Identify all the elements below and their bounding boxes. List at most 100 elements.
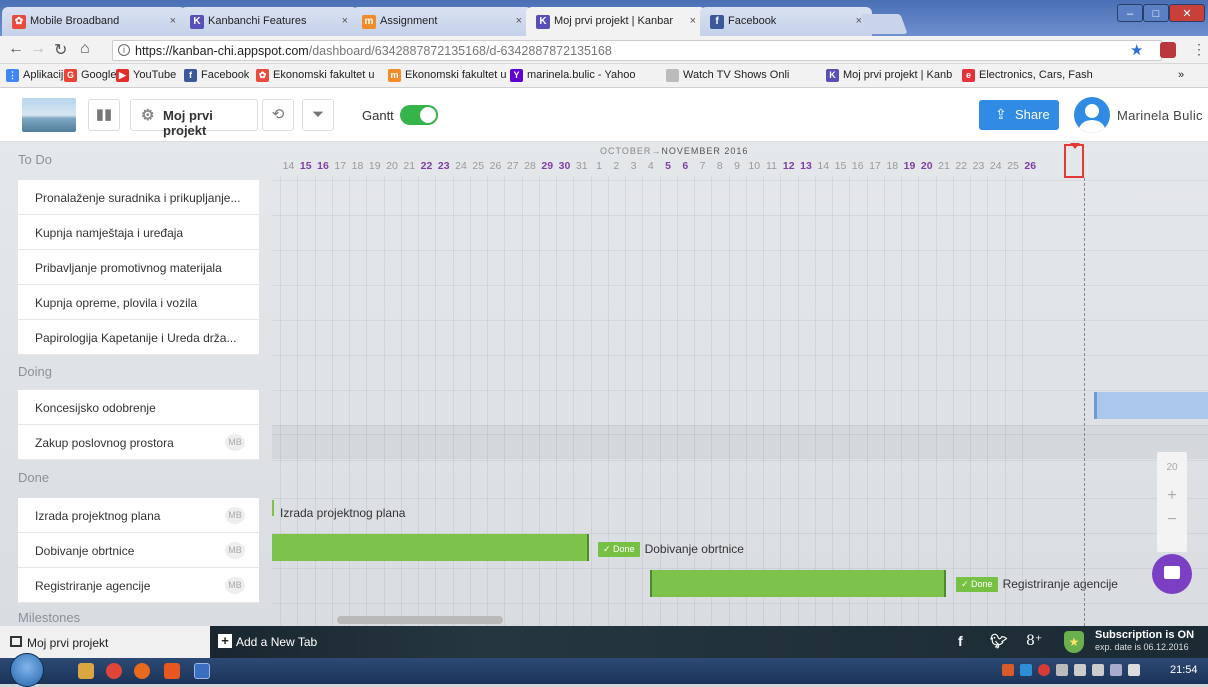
facebook-icon: f bbox=[710, 15, 724, 29]
share-button[interactable]: ⇪ Share bbox=[979, 100, 1059, 130]
gantt-bar-registriranje-agencije[interactable] bbox=[650, 570, 946, 597]
bookmark-kanbanchi[interactable]: K Moj prvi projekt | Kanb bbox=[826, 69, 952, 82]
tray-app-icon[interactable] bbox=[1002, 664, 1014, 676]
home-icon[interactable]: ⌂ bbox=[80, 40, 90, 58]
firefox-icon[interactable] bbox=[134, 663, 150, 679]
maximize-button[interactable]: □ bbox=[1143, 4, 1169, 22]
app-header: ▮▮ ⚙ Moj prvi projekt ⟲ ⏷ Gantt ⇪ Share M… bbox=[0, 88, 1208, 142]
forward-icon[interactable]: → bbox=[30, 40, 46, 58]
bookmark-yahoo[interactable]: Ymarinela.bulic - Yahoo bbox=[510, 69, 636, 82]
reload-icon[interactable]: ↻ bbox=[54, 40, 67, 60]
bookmark-apps[interactable]: ⋮ Aplikacije bbox=[6, 69, 69, 82]
url-input[interactable]: i https://kanban-chi.appspot.com/dashboa… bbox=[112, 40, 1162, 61]
bookmark-youtube[interactable]: ▶ YouTube bbox=[116, 69, 176, 82]
chat-button[interactable] bbox=[1152, 554, 1192, 594]
day-label: 22 bbox=[955, 160, 968, 172]
user-name[interactable]: Marinela Bulic bbox=[1117, 108, 1203, 123]
tab-mobile-broadband[interactable]: ✿ Mobile Broadband × bbox=[2, 7, 186, 36]
word-icon[interactable] bbox=[194, 663, 210, 679]
bookmark-efst-1[interactable]: ✿ Ekonomski fakultet u bbox=[256, 69, 375, 82]
minimize-button[interactable]: – bbox=[1117, 4, 1143, 22]
bookmark-star-icon[interactable]: ★ bbox=[1130, 41, 1143, 59]
board-thumbnail[interactable] bbox=[22, 98, 76, 132]
gantt-bar-koncesijsko-odobrenje[interactable] bbox=[1094, 392, 1208, 419]
media-icon[interactable] bbox=[164, 663, 180, 679]
tab-close-icon[interactable]: × bbox=[690, 15, 696, 27]
assignee-badge: MB bbox=[225, 542, 245, 559]
month-october: OCTOBER bbox=[600, 146, 652, 156]
facebook-icon[interactable]: f bbox=[958, 633, 963, 649]
chrome-icon[interactable] bbox=[106, 663, 122, 679]
tab-kanbanchi-features[interactable]: K Kanbanchi Features × bbox=[180, 7, 358, 36]
tab-moj-prvi-projekt[interactable]: K Moj prvi projekt | Kanbar × bbox=[526, 7, 706, 36]
project-button[interactable]: ⚙ Moj prvi projekt bbox=[130, 99, 258, 138]
add-tab-button[interactable]: + Add a New Tab bbox=[218, 634, 317, 649]
day-label: 24 bbox=[455, 160, 467, 172]
bookmark-watch-tv[interactable]: Watch TV Shows Onli bbox=[666, 69, 789, 82]
board-view-button[interactable]: ▮▮ bbox=[88, 99, 120, 131]
grid-line bbox=[987, 176, 989, 626]
card[interactable]: Dobivanje obrtnice MB bbox=[18, 533, 259, 568]
card[interactable]: Koncesijsko odobrenje bbox=[18, 390, 259, 425]
month-arrow: → bbox=[651, 146, 662, 156]
row-line bbox=[272, 215, 1208, 216]
start-button[interactable] bbox=[10, 653, 44, 687]
back-icon[interactable]: ← bbox=[8, 40, 24, 58]
tab-close-icon[interactable]: × bbox=[516, 15, 522, 27]
explorer-icon[interactable] bbox=[78, 663, 94, 679]
info-icon[interactable]: i bbox=[118, 44, 130, 56]
bluetooth-icon[interactable] bbox=[1110, 664, 1122, 676]
bookmark-google[interactable]: G Google bbox=[64, 69, 116, 82]
avatar[interactable] bbox=[1074, 97, 1110, 133]
row-line bbox=[272, 460, 1208, 461]
tray-app-icon[interactable] bbox=[1038, 664, 1050, 676]
card[interactable]: Papirologija Kapetanije i Ureda drža... bbox=[18, 320, 259, 355]
card[interactable]: Kupnja opreme, plovila i vozila bbox=[18, 285, 259, 320]
assignee-badge: MB bbox=[225, 577, 245, 594]
extension-icon[interactable] bbox=[1160, 42, 1176, 58]
tab-close-icon[interactable]: × bbox=[342, 15, 348, 27]
gantt-toggle[interactable] bbox=[400, 105, 438, 125]
day-label: 25 bbox=[1007, 160, 1019, 172]
tab-facebook[interactable]: f Facebook × bbox=[700, 7, 872, 36]
card[interactable]: Kupnja namještaja i uređaja bbox=[18, 215, 259, 250]
windows-taskbar: 21:54 bbox=[0, 653, 1208, 687]
close-window-button[interactable]: ✕ bbox=[1169, 4, 1205, 22]
google-plus-icon[interactable]: 8⁺ bbox=[1026, 633, 1042, 649]
bookmark-label: marinela.bulic - Yahoo bbox=[527, 69, 636, 81]
flag-icon[interactable] bbox=[1128, 664, 1140, 676]
signal-icon[interactable] bbox=[1092, 664, 1104, 676]
clock[interactable]: 21:54 bbox=[1170, 664, 1198, 676]
grid-line bbox=[676, 176, 678, 626]
tab-assignment[interactable]: m Assignment × bbox=[352, 7, 532, 36]
bookmark-ebay[interactable]: e Electronics, Cars, Fash bbox=[962, 69, 1093, 82]
day-label: 15 bbox=[834, 160, 847, 172]
bookmark-facebook[interactable]: f Facebook bbox=[184, 69, 249, 82]
filter-button[interactable]: ⏷ bbox=[302, 99, 334, 131]
new-tab-button[interactable] bbox=[860, 14, 908, 34]
bookmark-efst-2[interactable]: m Ekonomski fakultet u bbox=[388, 69, 507, 82]
twitter-icon[interactable]: 🐦︎ bbox=[990, 633, 1008, 650]
day-label: 7 bbox=[699, 160, 706, 172]
gantt-bar-dobivanje-obrtnice[interactable] bbox=[272, 534, 589, 561]
card[interactable]: Pronalaženje suradnika i prikupljanje... bbox=[18, 180, 259, 215]
tab-close-icon[interactable]: × bbox=[170, 15, 176, 27]
more-bookmarks[interactable]: » bbox=[1178, 69, 1184, 81]
card[interactable]: Izrada projektnog plana MB bbox=[18, 498, 259, 533]
history-button[interactable]: ⟲ bbox=[262, 99, 294, 131]
card[interactable]: Registriranje agencije MB bbox=[18, 568, 259, 603]
zoom-in-button[interactable]: + bbox=[1157, 487, 1187, 505]
row-line bbox=[272, 320, 1208, 321]
card[interactable]: Zakup poslovnog prostora MB bbox=[18, 425, 259, 460]
card[interactable]: Pribavljanje promotivnog materijala bbox=[18, 250, 259, 285]
day-label: 4 bbox=[647, 160, 654, 172]
tray-app-icon[interactable] bbox=[1020, 664, 1032, 676]
day-label: 2 bbox=[613, 160, 620, 172]
grid-line bbox=[642, 176, 644, 626]
grid-line bbox=[901, 176, 902, 626]
volume-icon[interactable] bbox=[1074, 664, 1086, 676]
battery-icon[interactable] bbox=[1056, 664, 1068, 676]
menu-icon[interactable]: ⋮ bbox=[1192, 41, 1206, 58]
horizontal-scrollbar[interactable] bbox=[337, 616, 503, 624]
zoom-out-button[interactable]: − bbox=[1157, 511, 1187, 529]
